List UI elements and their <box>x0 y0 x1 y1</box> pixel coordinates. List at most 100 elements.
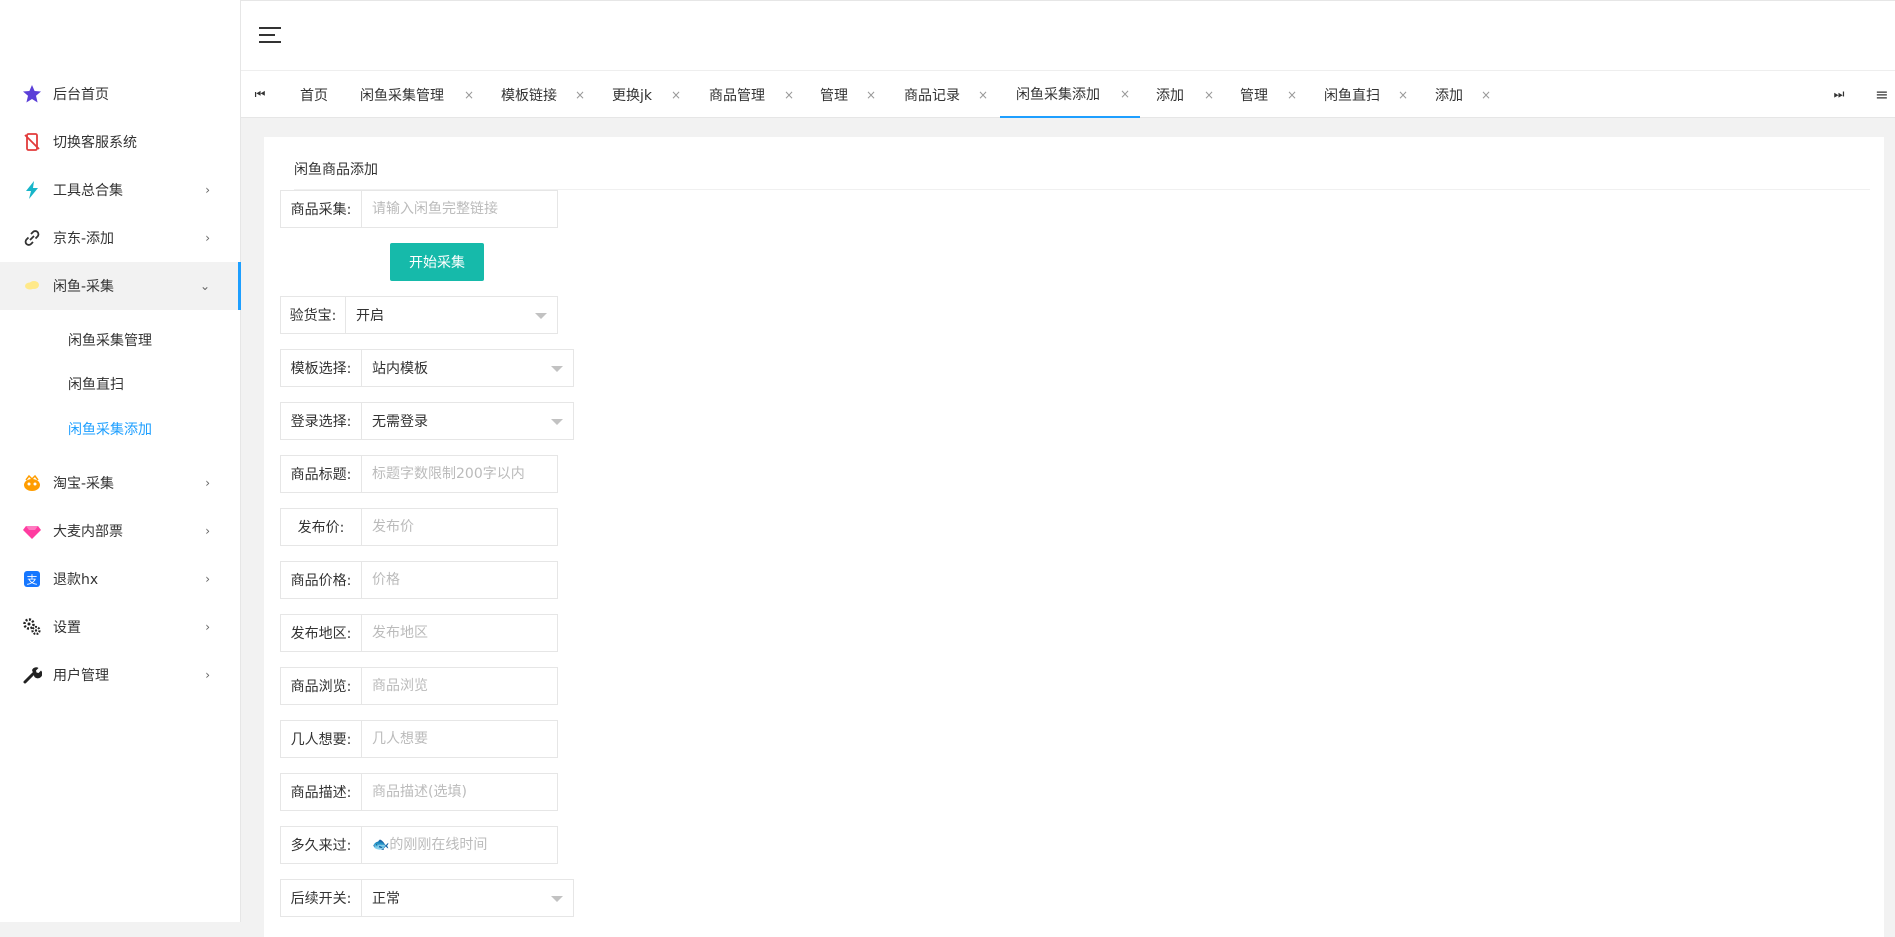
tab-add[interactable]: 添加 × <box>1156 71 1214 118</box>
follow-switch-select[interactable]: 正常 <box>362 879 574 917</box>
sidebar-item-label: 工具总合集 <box>53 183 123 199</box>
inspection-select[interactable]: 开启 <box>346 296 558 334</box>
template-select[interactable]: 站内模板 <box>362 349 574 387</box>
tab-manage-2[interactable]: 管理 × <box>1240 71 1297 118</box>
tab-next-icon[interactable]: ⏭ <box>1828 71 1850 117</box>
tab-close-icon[interactable]: × <box>1204 88 1214 102</box>
submenu-item-xianyu-add[interactable]: 闲鱼采集添加 <box>0 407 240 451</box>
field-label: 后续开关: <box>280 879 362 917</box>
field-label: 商品浏览: <box>280 667 362 705</box>
sidebar-item-taobao-collect[interactable]: 淘宝-采集 › <box>0 459 240 507</box>
tab-close-icon[interactable]: × <box>671 88 681 102</box>
chevron-right-icon: › <box>205 183 210 197</box>
tab-label: 闲鱼直扫 <box>1324 87 1380 104</box>
chevron-down-icon: ⌄ <box>199 279 210 293</box>
tab-xianyu-manage[interactable]: 闲鱼采集管理 × <box>360 71 474 118</box>
form-row-follow-switch: 后续开关: 正常 <box>280 879 574 917</box>
tab-manage[interactable]: 管理 × <box>820 71 876 118</box>
tab-prev-icon[interactable]: ⏮ <box>249 71 271 117</box>
sidebar-item-jd-add[interactable]: 京东-添加 › <box>0 214 240 262</box>
select-value: 开启 <box>356 308 384 324</box>
taobao-icon <box>22 473 42 493</box>
field-label: 多久来过: <box>280 826 362 864</box>
tab-label: 更换jk <box>612 87 652 104</box>
chevron-right-icon: › <box>205 572 210 586</box>
tab-close-icon[interactable]: × <box>1398 88 1408 102</box>
cloud-icon <box>22 276 42 296</box>
sidebar-item-label: 后台首页 <box>53 87 109 103</box>
tab-label: 闲鱼采集添加 <box>1016 86 1100 103</box>
tab-close-icon[interactable]: × <box>464 88 474 102</box>
submenu-item-xianyu-manage[interactable]: 闲鱼采集管理 <box>0 318 240 362</box>
tab-close-icon[interactable]: × <box>575 88 585 102</box>
tab-close-icon[interactable]: × <box>1481 88 1491 102</box>
tab-label: 首页 <box>300 87 328 104</box>
submenu-item-label: 闲鱼采集管理 <box>68 333 152 349</box>
tab-label: 模板链接 <box>501 87 557 104</box>
tab-product-records[interactable]: 商品记录 × <box>904 71 988 118</box>
no-mobile-icon <box>22 132 42 152</box>
views-input[interactable] <box>362 667 558 705</box>
last-seen-input[interactable] <box>362 826 558 864</box>
sidebar-item-label: 用户管理 <box>53 668 109 684</box>
description-input[interactable] <box>362 773 558 811</box>
submenu-item-label: 闲鱼采集添加 <box>68 422 152 438</box>
field-label: 发布地区: <box>280 614 362 652</box>
submenu-item-label: 闲鱼直扫 <box>68 377 124 393</box>
caret-down-icon <box>551 896 563 902</box>
tab-close-icon[interactable]: × <box>784 88 794 102</box>
sidebar-item-home[interactable]: 后台首页 <box>0 70 240 118</box>
tab-label: 添加 <box>1156 87 1184 104</box>
start-collect-button[interactable]: 开始采集 <box>390 243 484 281</box>
tab-menu-icon[interactable]: ≡ <box>1871 71 1893 117</box>
sidebar-item-tools[interactable]: 工具总合集 › <box>0 166 240 214</box>
chevron-right-icon: › <box>205 524 210 538</box>
tab-home[interactable]: 首页 <box>300 71 328 118</box>
field-label: 几人想要: <box>280 720 362 758</box>
tab-add-2[interactable]: 添加 × <box>1435 71 1491 118</box>
sidebar-item-settings[interactable]: 设置 › <box>0 603 240 651</box>
wants-input[interactable] <box>362 720 558 758</box>
select-value: 无需登录 <box>372 414 428 430</box>
sidebar-item-xianyu-collect[interactable]: 闲鱼-采集 ⌄ <box>0 262 241 310</box>
field-label: 商品描述: <box>280 773 362 811</box>
tab-xianyu-add[interactable]: 闲鱼采集添加 × <box>1000 71 1140 118</box>
field-label: 商品价格: <box>280 561 362 599</box>
caret-down-icon <box>551 419 563 425</box>
field-label: 验货宝: <box>280 296 346 334</box>
svg-text:支: 支 <box>27 574 38 587</box>
sidebar-item-switch-cs[interactable]: 切换客服系统 <box>0 118 240 166</box>
tab-xianyu-scan[interactable]: 闲鱼直扫 × <box>1324 71 1408 118</box>
publish-price-input[interactable] <box>362 508 558 546</box>
sidebar-item-users[interactable]: 用户管理 › <box>0 651 240 699</box>
sidebar-item-refund[interactable]: 支 退款hx › <box>0 555 240 603</box>
price-input[interactable] <box>362 561 558 599</box>
sidebar-item-label: 淘宝-采集 <box>53 476 115 492</box>
form-row-collect: 商品采集: <box>280 190 558 228</box>
tab-template-link[interactable]: 模板链接 × <box>501 71 585 118</box>
tab-label: 闲鱼采集管理 <box>360 87 444 104</box>
form-row-inspection: 验货宝: 开启 <box>280 296 558 334</box>
sidebar-item-damai[interactable]: 大麦内部票 › <box>0 507 240 555</box>
collect-link-input[interactable] <box>362 190 558 228</box>
tab-close-icon[interactable]: × <box>1287 88 1297 102</box>
sidebar-item-label: 闲鱼-采集 <box>53 279 115 295</box>
form-row-publish-price: 发布价: <box>280 508 558 546</box>
field-label: 商品采集: <box>280 190 362 228</box>
menu-toggle-icon[interactable] <box>259 27 281 45</box>
field-label: 发布价: <box>280 508 362 546</box>
form-row-last-seen: 多久来过: <box>280 826 558 864</box>
tab-close-icon[interactable]: × <box>1120 87 1130 101</box>
lightning-icon <box>22 180 42 200</box>
product-title-input[interactable] <box>362 455 558 493</box>
form-row-title: 商品标题: <box>280 455 558 493</box>
tab-close-icon[interactable]: × <box>978 88 988 102</box>
tab-product-manage[interactable]: 商品管理 × <box>709 71 794 118</box>
sidebar-item-label: 大麦内部票 <box>53 524 123 540</box>
chevron-right-icon: › <box>205 620 210 634</box>
region-input[interactable] <box>362 614 558 652</box>
tab-change-jk[interactable]: 更换jk × <box>612 71 681 118</box>
login-select[interactable]: 无需登录 <box>362 402 574 440</box>
submenu-item-xianyu-scan[interactable]: 闲鱼直扫 <box>0 362 240 406</box>
tab-close-icon[interactable]: × <box>866 88 876 102</box>
